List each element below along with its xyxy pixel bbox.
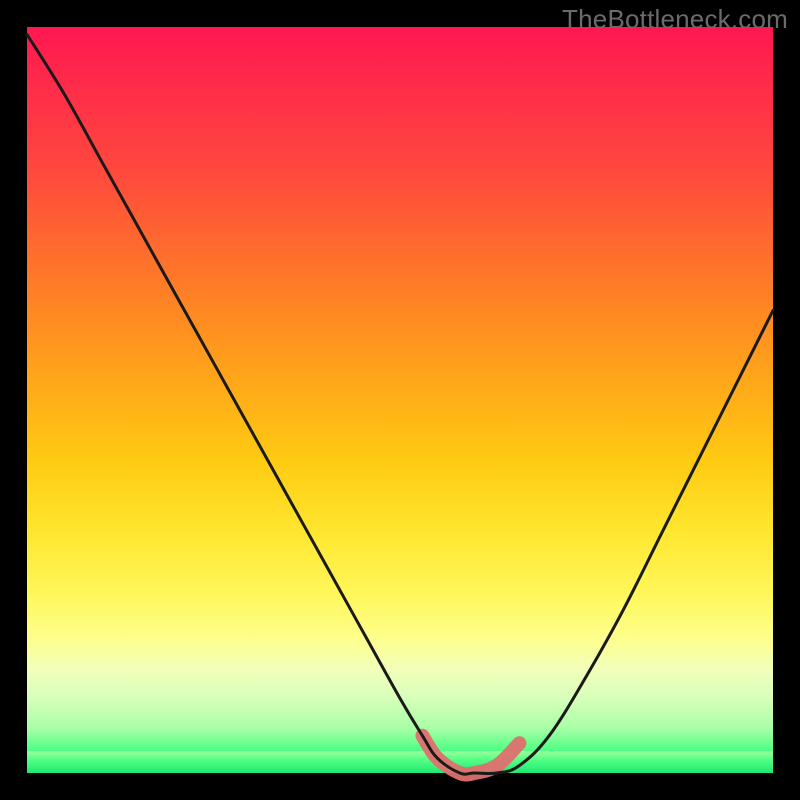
basin-highlight bbox=[422, 736, 519, 775]
plot-area bbox=[27, 27, 773, 773]
chart-frame: TheBottleneck.com bbox=[0, 0, 800, 800]
watermark-text: TheBottleneck.com bbox=[562, 4, 788, 35]
bottleneck-curve bbox=[27, 35, 773, 775]
curve-svg bbox=[27, 27, 773, 773]
